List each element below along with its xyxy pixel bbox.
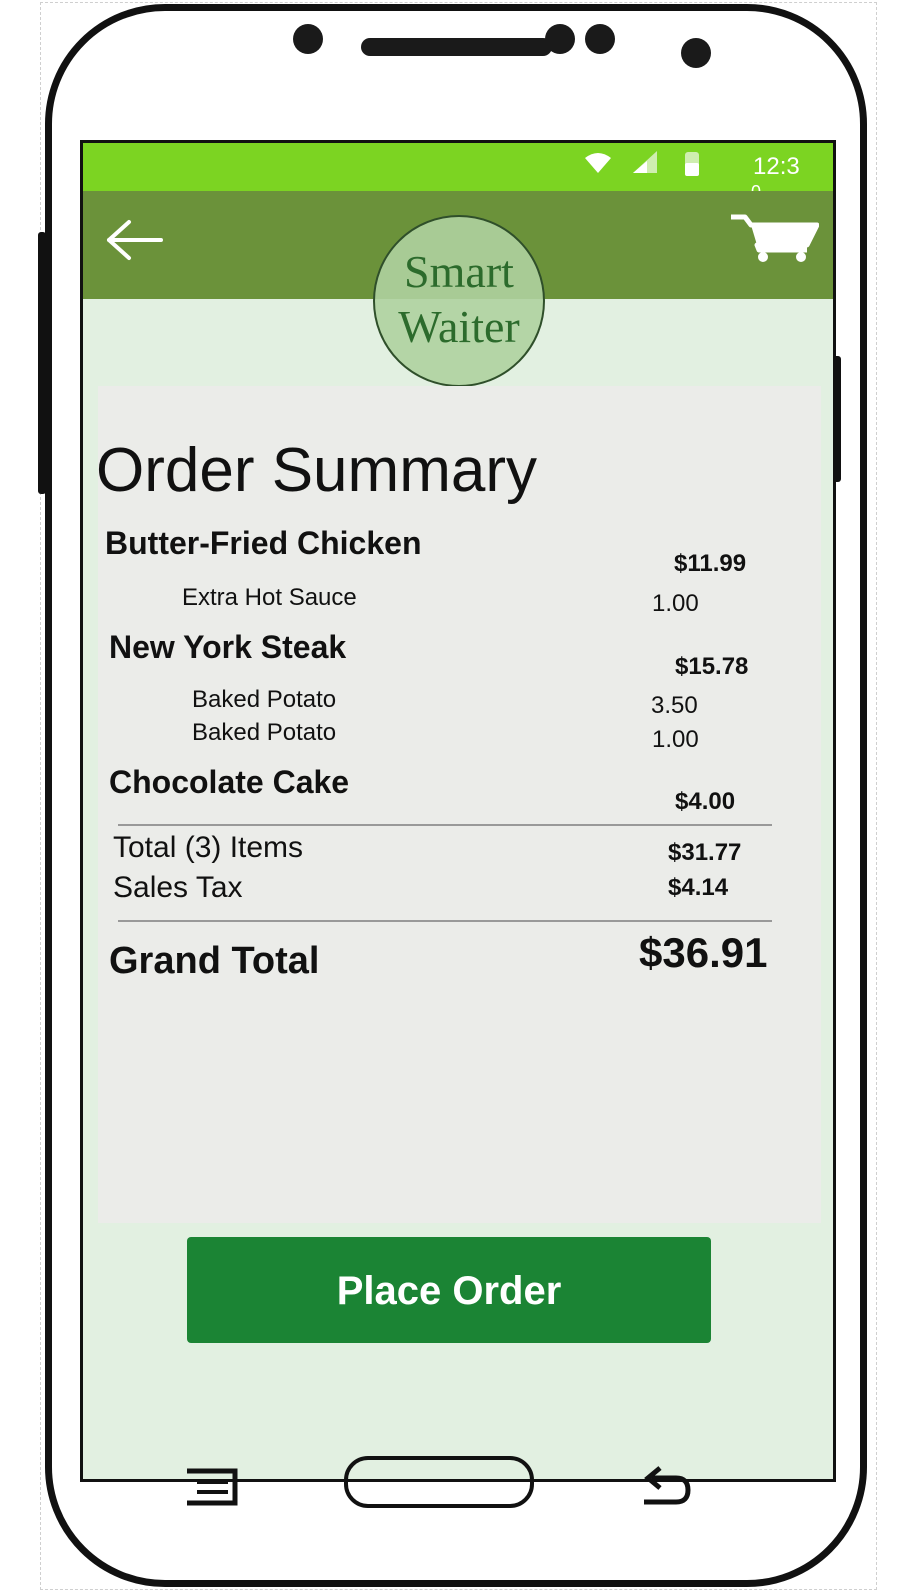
signal-icon xyxy=(633,151,657,173)
page-title: Order Summary xyxy=(96,436,537,505)
front-camera-2 xyxy=(681,38,711,68)
menu-icon[interactable] xyxy=(184,1468,238,1506)
logo-text-line2: Waiter xyxy=(398,301,520,352)
item-extra-name: Baked Potato xyxy=(192,686,337,713)
item-extra-name: Baked Potato xyxy=(192,719,337,746)
item-extra-price: 3.50 xyxy=(651,692,698,719)
shopping-cart-icon[interactable] xyxy=(731,213,819,263)
item-name: Butter-Fried Chicken xyxy=(105,525,422,561)
divider xyxy=(118,824,772,826)
home-button[interactable] xyxy=(344,1456,534,1508)
front-sensor-2 xyxy=(585,24,615,54)
back-nav-icon[interactable] xyxy=(640,1466,692,1508)
item-price: $15.78 xyxy=(675,653,749,680)
item-name: Chocolate Cake xyxy=(109,764,350,800)
item-extra-name: Extra Hot Sauce xyxy=(182,584,357,611)
sales-tax-label: Sales Tax xyxy=(113,871,243,904)
item-price: $11.99 xyxy=(674,550,747,577)
grand-total-value: $36.91 xyxy=(639,929,768,976)
smart-waiter-logo: Smart Waiter xyxy=(373,215,545,387)
place-order-button[interactable]: Place Order xyxy=(187,1237,711,1343)
total-items-label: Total (3) Items xyxy=(113,831,304,864)
item-extra-price: 1.00 xyxy=(652,590,699,617)
grand-total-label: Grand Total xyxy=(109,940,320,982)
divider xyxy=(118,920,772,922)
status-bar: 12:3 0 xyxy=(83,143,833,201)
battery-icon xyxy=(685,152,699,176)
front-sensor xyxy=(293,24,323,54)
app-screen: 12:3 0 Smart Waiter Butter-Fried Chicken… xyxy=(80,140,836,1482)
item-name: New York Steak xyxy=(109,629,347,665)
volume-button xyxy=(38,232,46,494)
earpiece-speaker xyxy=(361,38,552,56)
item-extra-price: 1.00 xyxy=(652,726,699,753)
total-items-value: $31.77 xyxy=(668,839,742,866)
wifi-icon xyxy=(585,153,611,173)
front-camera xyxy=(545,24,575,54)
sales-tax-value: $4.14 xyxy=(668,874,729,901)
logo-text-line1: Smart xyxy=(404,246,514,297)
item-price: $4.00 xyxy=(675,788,736,815)
order-summary-card: Butter-Fried Chicken $11.99 Extra Hot Sa… xyxy=(98,386,821,1223)
arrow-left-icon[interactable] xyxy=(103,218,165,262)
status-time: 12:3 xyxy=(753,153,800,180)
